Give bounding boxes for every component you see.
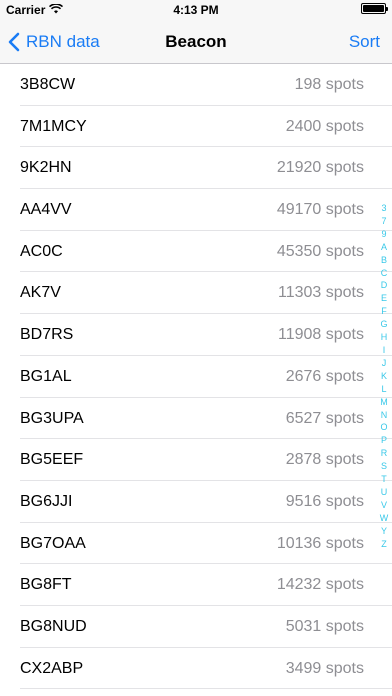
index-letter[interactable]: K [381, 370, 387, 383]
index-letter[interactable]: S [381, 460, 387, 473]
list-item[interactable]: 3B8CW 198 spots [0, 64, 392, 106]
callsign-label: BG5EEF [20, 451, 84, 469]
spot-count: 11908 spots [278, 326, 364, 344]
list-item[interactable]: BG7OAA 10136 spots [0, 523, 392, 565]
status-time: 4:13 PM [173, 3, 219, 17]
list-item[interactable]: AC0C 45350 spots [0, 231, 392, 273]
list-item[interactable]: 9K2HN 21920 spots [0, 147, 392, 189]
battery-icon [361, 3, 388, 14]
index-letter[interactable]: M [380, 396, 388, 409]
spot-count: 5031 spots [285, 617, 364, 635]
status-right [361, 3, 388, 14]
index-letter[interactable]: I [383, 344, 386, 357]
list-item[interactable]: BG8NUD 5031 spots [0, 606, 392, 648]
sort-button[interactable]: Sort [349, 20, 380, 64]
list-item[interactable]: AK7V 11303 spots [0, 272, 392, 314]
callsign-label: AC0C [20, 242, 63, 260]
spot-count: 6527 spots [285, 409, 364, 427]
index-letter[interactable]: U [381, 486, 388, 499]
navigation-bar: RBN data Beacon Sort [0, 20, 392, 64]
callsign-label: 7M1MCY [20, 117, 87, 135]
list-item[interactable]: BG6JJI 9516 spots [0, 481, 392, 523]
index-letter[interactable]: J [382, 357, 387, 370]
index-letter[interactable]: T [381, 473, 387, 486]
spot-count: 49170 spots [276, 201, 364, 219]
index-letter[interactable]: D [381, 279, 388, 292]
list-item[interactable]: BG8FT 14232 spots [0, 564, 392, 606]
list-item[interactable]: AA4VV 49170 spots [0, 189, 392, 231]
spot-count: 2400 spots [285, 117, 364, 135]
list-item[interactable]: CX2ABP 3499 spots [0, 648, 392, 690]
spot-count: 21920 spots [276, 159, 364, 177]
status-bar: Carrier 4:13 PM [0, 0, 392, 20]
callsign-label: BG6JJI [20, 492, 73, 510]
index-letter[interactable]: H [381, 331, 388, 344]
section-index[interactable]: 379ABCDEFGHIJKLMNOPRSTUVWYZ [378, 202, 390, 550]
callsign-label: BG8FT [20, 576, 72, 594]
index-letter[interactable]: 9 [381, 228, 386, 241]
beacon-list: 3B8CW 198 spots 7M1MCY 2400 spots 9K2HN 21920… [0, 64, 392, 690]
index-letter[interactable]: 3 [381, 202, 386, 215]
index-letter[interactable]: R [381, 447, 388, 460]
callsign-label: CX2ABP [20, 659, 84, 677]
index-letter[interactable]: A [381, 241, 387, 254]
list-item[interactable]: BD7RS 11908 spots [0, 314, 392, 356]
spot-count: 198 spots [294, 76, 364, 93]
spot-count: 9516 spots [285, 492, 364, 510]
spot-count: 2676 spots [285, 367, 364, 385]
callsign-label: 3B8CW [20, 76, 76, 93]
list-item[interactable]: BG3UPA 6527 spots [0, 398, 392, 440]
list-item[interactable]: 7M1MCY 2400 spots [0, 106, 392, 148]
index-letter[interactable]: W [380, 512, 389, 525]
index-letter[interactable]: N [381, 409, 388, 422]
index-letter[interactable]: B [381, 254, 387, 267]
spot-count: 10136 spots [276, 534, 364, 552]
page-title: Beacon [165, 32, 227, 51]
index-letter[interactable]: C [381, 267, 388, 280]
callsign-label: BG3UPA [20, 409, 84, 427]
callsign-label: BG8NUD [20, 617, 87, 635]
callsign-label: BD7RS [20, 326, 74, 344]
callsign-label: AK7V [20, 284, 61, 302]
index-letter[interactable]: Z [381, 538, 387, 551]
index-letter[interactable]: V [381, 499, 387, 512]
callsign-label: AA4VV [20, 201, 72, 219]
spot-count: 14232 spots [276, 576, 364, 594]
list-item[interactable]: BG1AL 2676 spots [0, 356, 392, 398]
index-letter[interactable]: E [381, 292, 387, 305]
index-letter[interactable]: 7 [381, 215, 386, 228]
spot-count: 11303 spots [278, 284, 364, 302]
index-letter[interactable]: G [380, 318, 387, 331]
index-letter[interactable]: L [381, 383, 386, 396]
list-item[interactable]: BG5EEF 2878 spots [0, 439, 392, 481]
callsign-label: BG7OAA [20, 534, 86, 552]
index-letter[interactable]: P [381, 434, 387, 447]
callsign-label: 9K2HN [20, 159, 72, 177]
callsign-label: BG1AL [20, 367, 72, 385]
spot-count: 3499 spots [285, 659, 364, 677]
spot-count: 45350 spots [276, 242, 364, 260]
spot-count: 2878 spots [285, 451, 364, 469]
index-letter[interactable]: O [380, 421, 387, 434]
index-letter[interactable]: Y [381, 525, 387, 538]
index-letter[interactable]: F [381, 305, 387, 318]
